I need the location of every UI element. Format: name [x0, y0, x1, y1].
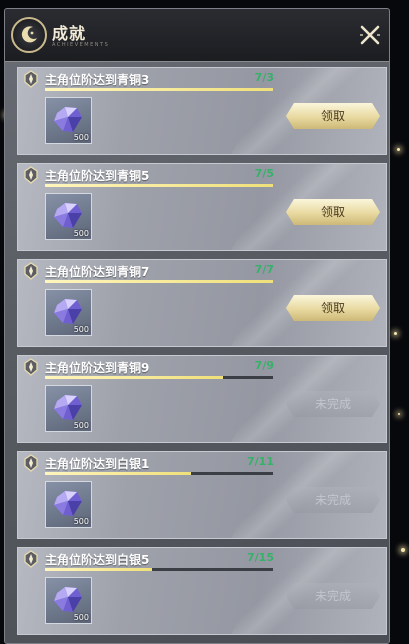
progress-fill: [45, 88, 273, 91]
close-icon: [360, 25, 380, 45]
progress-bar: [45, 376, 273, 379]
reward-item[interactable]: 500: [45, 97, 92, 144]
achievement-name: 主角位阶达到白银1: [45, 457, 150, 471]
progress-fill: [45, 280, 273, 283]
background-sparkle: [397, 148, 400, 151]
progress-fill: [45, 472, 191, 475]
rank-medal-icon: [24, 166, 38, 184]
background-sparkle: [401, 548, 405, 552]
claim-button[interactable]: 领取: [286, 295, 380, 321]
reward-item[interactable]: 500: [45, 481, 92, 528]
achievement-name: 主角位阶达到青铜7: [45, 265, 150, 279]
rank-medal-icon: [24, 262, 38, 280]
crystal-gem-icon: [54, 299, 82, 324]
achievement-card: 主角位阶达到青铜7 7/7 500 领取: [17, 259, 387, 347]
crystal-gem-icon: [54, 491, 82, 516]
claim-button[interactable]: 领取: [286, 103, 380, 129]
progress-fill: [45, 376, 223, 379]
progress-bar: [45, 472, 273, 475]
incomplete-button: 未完成: [286, 583, 380, 609]
reward-quantity: 500: [73, 229, 89, 238]
reward-quantity: 500: [73, 421, 89, 430]
incomplete-button: 未完成: [286, 487, 380, 513]
achievement-card: 主角位阶达到青铜5 7/5 500 领取: [17, 163, 387, 251]
achievement-name: 主角位阶达到白银5: [45, 553, 150, 567]
rank-medal-icon: [24, 358, 38, 376]
achievement-card: 主角位阶达到白银5 7/15 500 未完成: [17, 547, 387, 635]
progress-count: 7/7: [254, 263, 274, 276]
achievement-card: 主角位阶达到白银1 7/11 500 未完成: [17, 451, 387, 539]
progress-count: 7/5: [254, 167, 274, 180]
achievement-name: 主角位阶达到青铜3: [45, 73, 150, 87]
progress-bar: [45, 568, 273, 571]
achievement-name: 主角位阶达到青铜9: [45, 361, 150, 375]
close-button[interactable]: [357, 22, 383, 48]
reward-quantity: 500: [73, 517, 89, 526]
reward-item[interactable]: 500: [45, 289, 92, 336]
progress-count: 7/15: [247, 551, 274, 564]
achievement-emblem-icon: [11, 17, 47, 53]
progress-fill: [45, 184, 273, 187]
crystal-gem-icon: [54, 587, 82, 612]
progress-count: 7/3: [254, 71, 274, 84]
progress-bar: [45, 184, 273, 187]
progress-count: 7/9: [254, 359, 274, 372]
reward-quantity: 500: [73, 133, 89, 142]
incomplete-button: 未完成: [286, 391, 380, 417]
reward-item[interactable]: 500: [45, 577, 92, 624]
claim-button[interactable]: 领取: [286, 199, 380, 225]
page-subtitle: ACHIEVEMENTS: [52, 42, 110, 48]
progress-fill: [45, 568, 153, 571]
progress-bar: [45, 88, 273, 91]
rank-medal-icon: [24, 454, 38, 472]
reward-item[interactable]: 500: [45, 193, 92, 240]
background-sparkle: [398, 413, 400, 415]
progress-count: 7/11: [247, 455, 274, 468]
achievement-name: 主角位阶达到青铜5: [45, 169, 150, 183]
achievement-card: 主角位阶达到青铜9 7/9 500 未完成: [17, 355, 387, 443]
panel-header: 成就 ACHIEVEMENTS: [5, 9, 389, 62]
achievement-list[interactable]: 主角位阶达到青铜3 7/3 500 领取 主角位阶达到青铜5 7/5 500 领…: [5, 67, 389, 643]
rank-medal-icon: [24, 70, 38, 88]
reward-quantity: 500: [73, 613, 89, 622]
page-title: 成就: [52, 24, 87, 43]
achievements-panel: 成就 ACHIEVEMENTS 主角位阶达到青铜3 7/3 500 领取 主角位…: [4, 8, 390, 644]
progress-bar: [45, 280, 273, 283]
background-sparkle: [394, 332, 397, 335]
crystal-gem-icon: [54, 107, 82, 132]
crystal-gem-icon: [54, 395, 82, 420]
reward-quantity: 500: [73, 325, 89, 334]
rank-medal-icon: [24, 550, 38, 568]
achievement-card: 主角位阶达到青铜3 7/3 500 领取: [17, 67, 387, 155]
reward-item[interactable]: 500: [45, 385, 92, 432]
crystal-gem-icon: [54, 203, 82, 228]
